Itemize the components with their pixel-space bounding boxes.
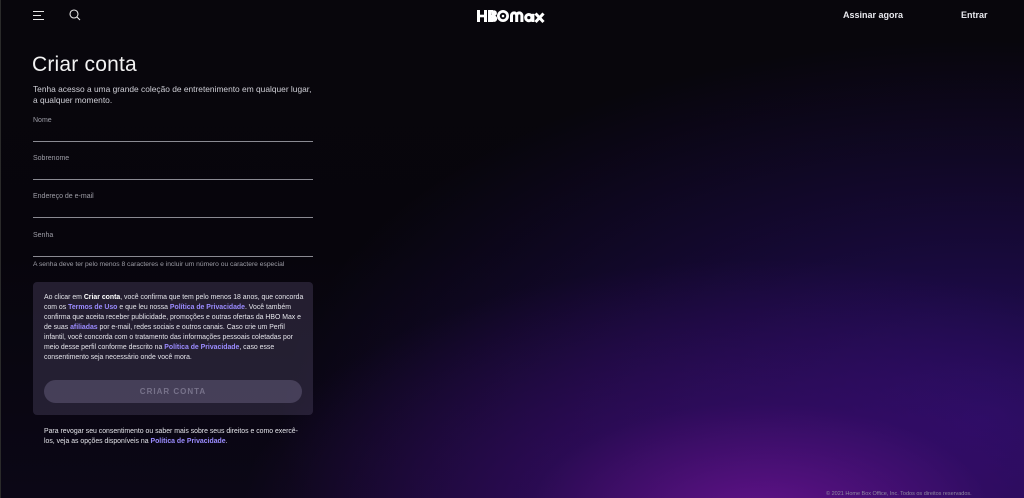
last-name-label: Sobrenome [33, 155, 70, 162]
password-label: Senha [33, 232, 54, 239]
signin-link[interactable]: Entrar [961, 10, 988, 20]
page-subtitle: Tenha acesso a uma grande coleção de ent… [33, 84, 312, 105]
hbo-max-logo[interactable] [477, 7, 547, 25]
create-account-bold: Criar conta [83, 294, 121, 301]
top-nav-bar: Assinar agora Entrar [0, 0, 1024, 32]
affiliates-link[interactable]: afiliadas [70, 324, 98, 331]
privacy-policy-link-3[interactable]: Política de Privacidade [151, 438, 226, 445]
consent-text: Ao clicar em Criar conta, você confirma … [44, 294, 304, 361]
email-label: Endereço de e-mail [33, 193, 94, 200]
search-icon[interactable] [68, 8, 82, 22]
privacy-policy-link-2[interactable]: Política de Privacidade [164, 344, 239, 351]
privacy-policy-link[interactable]: Política de Privacidade [170, 304, 245, 311]
first-name-label: Nome [33, 117, 52, 124]
left-edge-divider [0, 0, 1, 498]
consent-panel: Ao clicar em Criar conta, você confirma … [33, 282, 313, 415]
page-title: Criar conta [32, 53, 137, 76]
footer-copyright: © 2021 Home Box Office, Inc. Todos os di… [826, 491, 972, 497]
terms-of-use-link[interactable]: Termos de Uso [68, 304, 117, 311]
email-field: Endereço de e-mail [33, 193, 317, 218]
create-account-button[interactable]: CRIAR CONTA [44, 380, 302, 403]
signup-link[interactable]: Assinar agora [843, 10, 903, 20]
password-field: Senha [33, 232, 317, 257]
email-input[interactable] [33, 201, 317, 217]
menu-icon[interactable] [33, 11, 44, 20]
password-hint: A senha deve ter pelo menos 8 caracteres… [33, 261, 285, 268]
first-name-field: Nome [33, 117, 317, 142]
password-input[interactable] [33, 240, 317, 256]
first-name-input[interactable] [33, 125, 317, 141]
last-name-input[interactable] [33, 163, 317, 179]
last-name-field: Sobrenome [33, 155, 317, 180]
revoke-consent-text: Para revogar seu consentimento ou saber … [44, 428, 298, 445]
